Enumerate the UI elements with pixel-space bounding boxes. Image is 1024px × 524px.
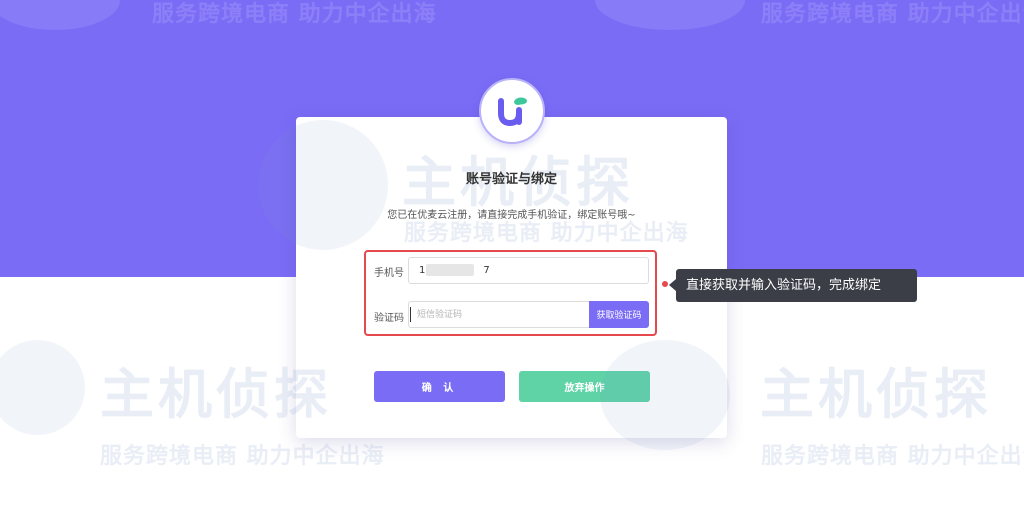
watermark-globe-icon <box>0 340 85 435</box>
callout-annotation: 直接获取并输入验证码，完成绑定 <box>676 269 917 302</box>
watermark-brand: 主机侦探 <box>760 363 992 426</box>
youmai-u-logo-icon <box>498 97 527 127</box>
watermark-tagline: 服务跨境电商 助力中企出海 <box>100 444 385 469</box>
watermark-tagline: 服务跨境电商 助力中企出海 <box>761 444 1024 469</box>
app-logo <box>479 78 545 144</box>
confirm-button[interactable]: 确 认 <box>374 371 505 402</box>
highlight-box <box>364 250 657 336</box>
dialog-title: 账号验证与绑定 <box>465 172 557 187</box>
callout-pointer-dot <box>662 281 668 287</box>
dialog-subtitle: 您已在优麦云注册，请直接完成手机验证，绑定账号哦~ <box>387 210 636 221</box>
callout-arrow-icon <box>669 279 676 291</box>
abandon-button[interactable]: 放弃操作 <box>519 371 650 402</box>
